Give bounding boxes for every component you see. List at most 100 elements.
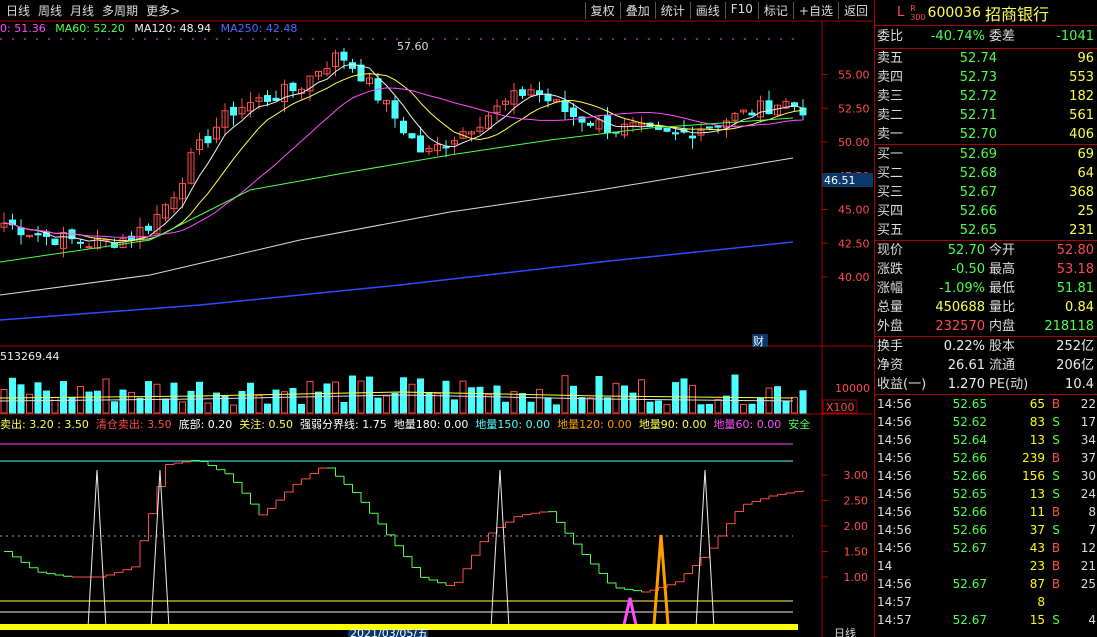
ma5-line xyxy=(3,63,804,244)
indicator-step xyxy=(616,587,625,590)
volume-bar xyxy=(68,396,76,414)
tick-row: 14 23 B 21 xyxy=(875,557,1097,575)
stat-label: 量比 xyxy=(989,300,1016,315)
tick-price xyxy=(933,557,987,575)
stock-code[interactable]: 600036 xyxy=(928,5,981,21)
sell-label: 卖一 xyxy=(877,127,904,142)
stat-value: 53.18 xyxy=(1056,262,1094,277)
indicator-step xyxy=(556,521,566,534)
fundamental-stats: 换手 0.22% 股本 252亿 净资 26.61 流通 206亿 收益(一) 1.270 PE(动… xyxy=(875,337,1097,395)
tick-side: B xyxy=(1051,397,1061,411)
back-button[interactable]: 返回 xyxy=(837,2,873,19)
tick-time: 14:57 xyxy=(877,595,912,609)
tick-count: 8 xyxy=(1088,505,1096,519)
indicator-step xyxy=(327,467,336,477)
volume-bar xyxy=(187,390,195,414)
buy-price: 52.68 xyxy=(959,166,997,181)
indicator-step xyxy=(590,563,600,574)
candle xyxy=(799,107,807,116)
tick-row: 14:57 8 xyxy=(875,593,1097,611)
tick-count: 34 xyxy=(1080,433,1096,447)
buy-row[interactable]: 买五 52.65 231 xyxy=(875,221,1097,240)
add-watchlist-button[interactable]: +自选 xyxy=(792,2,838,19)
volume-bar xyxy=(366,376,373,414)
draw-line-button[interactable]: 画线 xyxy=(689,2,725,19)
tick-time: 14:56 xyxy=(877,505,912,519)
volume-bar xyxy=(145,381,152,414)
tab-multi-period[interactable]: 多周期 xyxy=(98,2,142,19)
candle xyxy=(561,100,569,112)
indicator-axis-label: 1.50 xyxy=(844,546,869,559)
tick-count: 12 xyxy=(1080,541,1096,555)
volume-bar xyxy=(298,403,305,414)
buy-row[interactable]: 买一 52.69 69 xyxy=(875,145,1097,164)
sell-row[interactable]: 卖五 52.74 96 xyxy=(875,49,1097,68)
indicator-step xyxy=(12,556,22,563)
indicator-step xyxy=(344,483,353,493)
candle xyxy=(272,97,280,102)
tick-side: B xyxy=(1051,541,1061,555)
volume-bar xyxy=(731,374,739,414)
sell-row[interactable]: 卖二 52.71 561 xyxy=(875,106,1097,125)
buy-price: 52.69 xyxy=(959,147,997,162)
tab-weekly[interactable]: 周线 xyxy=(34,2,66,19)
volume-bar xyxy=(561,375,569,414)
indicator-step xyxy=(165,463,175,466)
indicator-step xyxy=(573,543,583,555)
indicator-step xyxy=(395,545,404,557)
sell-row[interactable]: 卖一 52.70 406 xyxy=(875,125,1097,144)
sell-label: 卖五 xyxy=(877,51,904,66)
stat-row: 净资 26.61 流通 206亿 xyxy=(875,356,1097,375)
candle xyxy=(204,136,212,144)
stat-label: 总量 xyxy=(877,300,904,315)
stat-label: 流通 xyxy=(989,358,1016,373)
volume-bar xyxy=(85,391,93,414)
volume-bar xyxy=(332,381,339,414)
indicator-step xyxy=(114,569,124,573)
stat-value: 450688 xyxy=(935,300,985,315)
volume-bar xyxy=(162,398,169,414)
kline-chart[interactable]: 55.0052.5050.0047.5045.0042.5040.0046.51… xyxy=(0,0,873,637)
volume-bar xyxy=(51,396,59,414)
tick-row: 14:56 52.62 83 S 17 xyxy=(875,413,1097,431)
buy-qty: 64 xyxy=(1077,166,1094,181)
tick-time: 14 xyxy=(877,559,893,573)
mark-button[interactable]: 标记 xyxy=(757,2,793,19)
sell-qty: 96 xyxy=(1077,51,1094,66)
tick-list[interactable]: 14:56 52.65 65 B 22 14:56 52.62 83 S 17 14:56 52.64… xyxy=(875,395,1097,629)
volume-bar xyxy=(706,403,713,414)
indicator-step xyxy=(488,527,498,534)
stat-label: 涨幅 xyxy=(877,281,904,296)
tick-count: 25 xyxy=(1080,577,1096,591)
volume-bar xyxy=(340,401,348,414)
sell-row[interactable]: 卖四 52.73 553 xyxy=(875,68,1097,87)
volume-bar xyxy=(153,383,161,414)
buy-row[interactable]: 买三 52.67 368 xyxy=(875,183,1097,202)
stats-button[interactable]: 统计 xyxy=(654,2,690,19)
buy-row[interactable]: 买二 52.68 64 xyxy=(875,164,1097,183)
spike-mark xyxy=(87,469,107,629)
fuquan-button[interactable]: 复权 xyxy=(584,2,620,19)
volume-bar xyxy=(119,389,127,414)
indicator-step xyxy=(531,511,540,514)
tick-volume: 15 xyxy=(1029,613,1045,627)
tab-more[interactable]: 更多> xyxy=(142,2,184,19)
indicator-step xyxy=(786,491,795,494)
volume-bar xyxy=(349,375,356,414)
tick-side: B xyxy=(1051,505,1061,519)
sell-row[interactable]: 卖三 52.72 182 xyxy=(875,87,1097,106)
volume-bar xyxy=(578,397,586,414)
stock-name[interactable]: 招商银行 xyxy=(985,1,1049,25)
stat-label: 最低 xyxy=(989,281,1016,296)
volume-bar xyxy=(179,401,186,414)
stock-terminal: 55.0052.5050.0047.5045.0042.5040.0046.51… xyxy=(0,0,1097,637)
buy-row[interactable]: 买四 52.66 25 xyxy=(875,202,1097,221)
sell-price: 52.70 xyxy=(959,127,997,142)
tab-daily[interactable]: 日线 xyxy=(2,2,34,19)
f10-button[interactable]: F10 xyxy=(724,2,758,19)
volume-bar xyxy=(442,380,450,414)
overlay-button[interactable]: 叠加 xyxy=(619,2,655,19)
volume-bar xyxy=(17,384,25,414)
volume-bar xyxy=(111,401,118,414)
tab-monthly[interactable]: 月线 xyxy=(66,2,98,19)
